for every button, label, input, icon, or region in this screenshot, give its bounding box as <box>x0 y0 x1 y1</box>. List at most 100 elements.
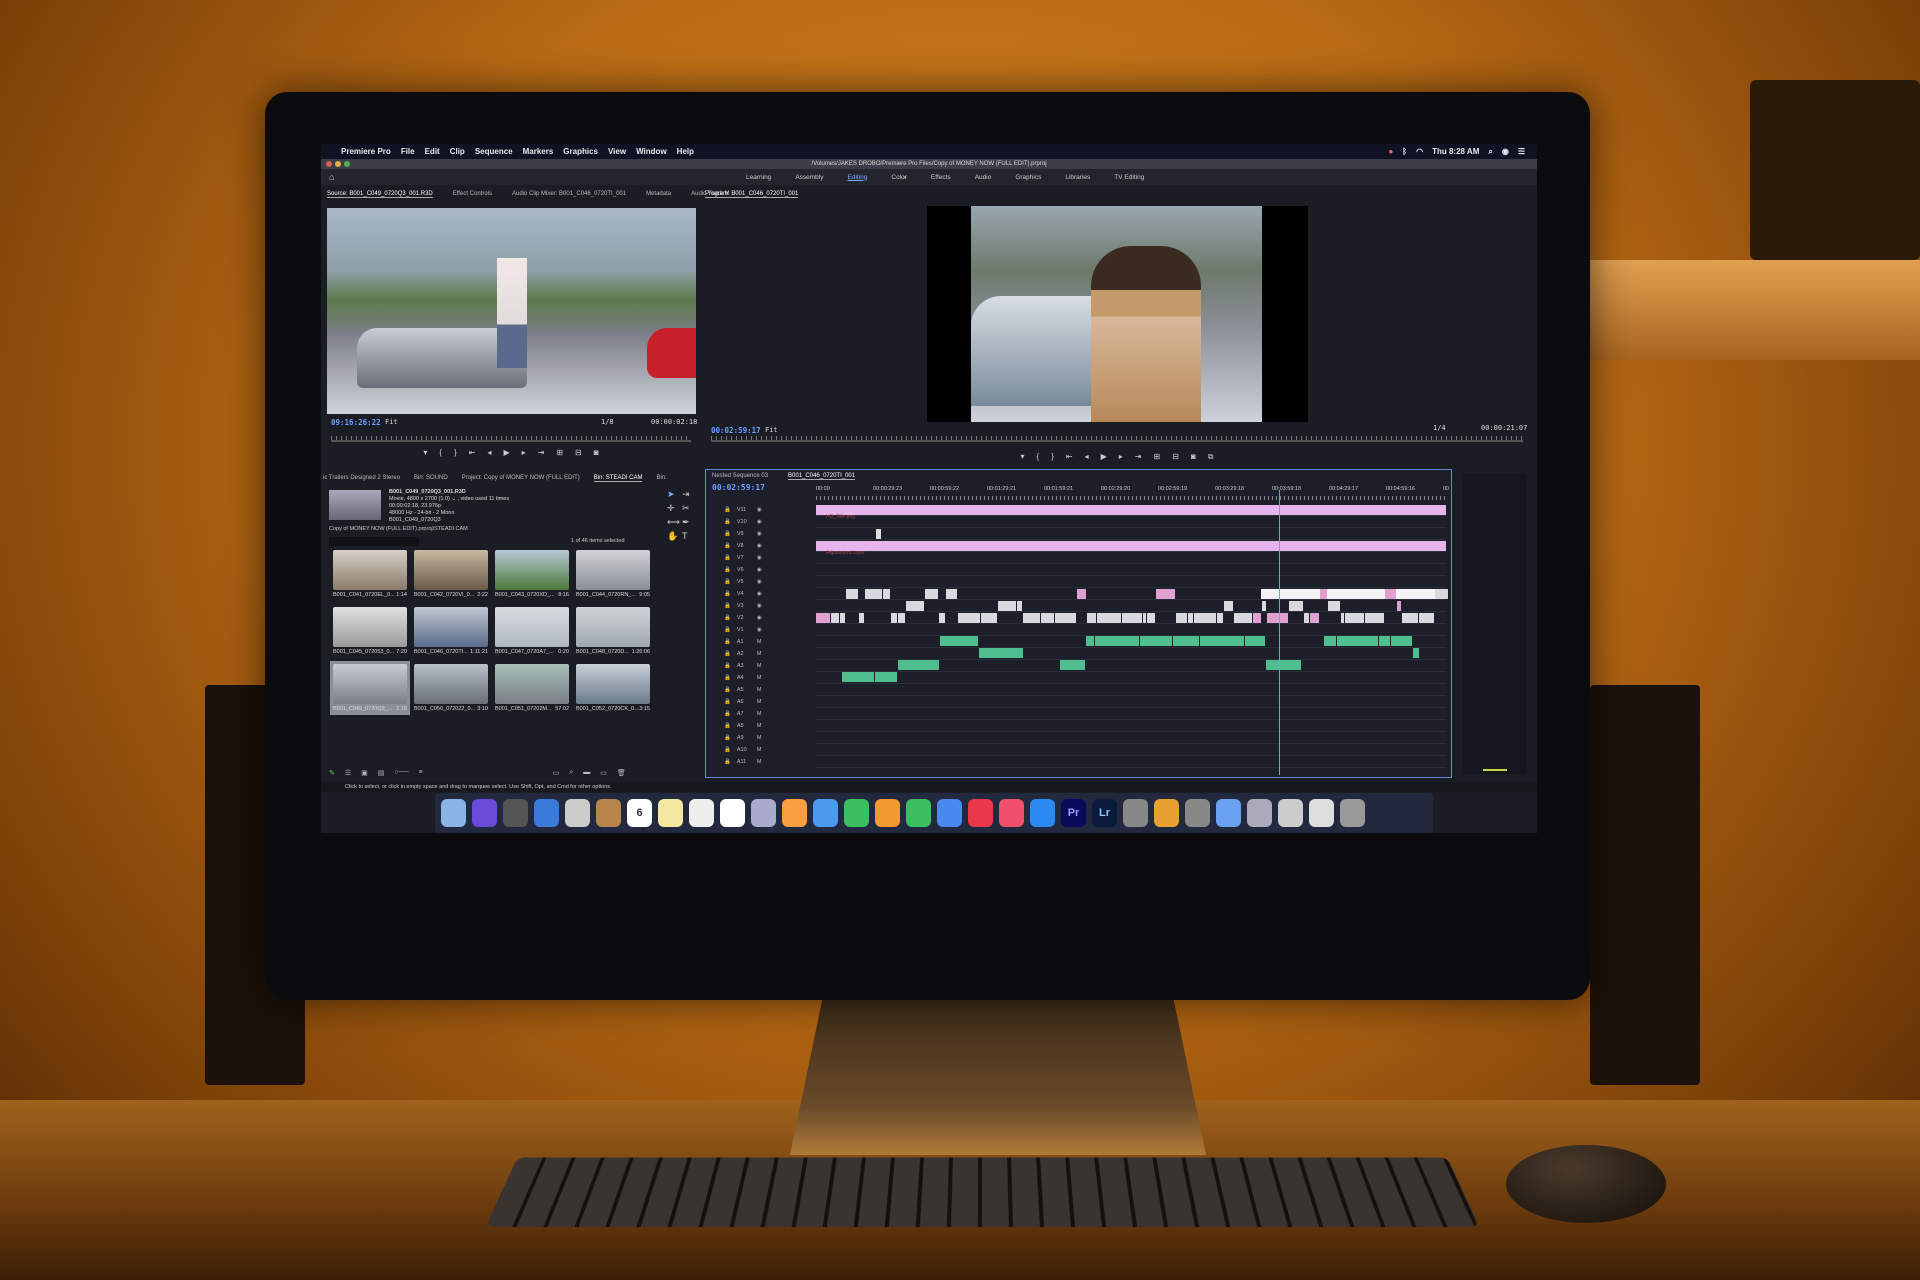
video-clip[interactable] <box>1122 613 1142 623</box>
title-clip[interactable]: HD_Title.png <box>816 505 1446 520</box>
project-item[interactable]: B001_C050_072022_0... 3:10 <box>414 664 488 712</box>
video-clip[interactable] <box>957 613 981 623</box>
mark-out-icon[interactable]: } <box>1051 452 1054 462</box>
pages-icon[interactable] <box>875 799 900 827</box>
workspace-tab-libraries[interactable]: Libraries <box>1065 174 1090 181</box>
playhead[interactable] <box>1279 490 1280 775</box>
mute-icon[interactable]: M <box>757 663 762 669</box>
audio-clip[interactable] <box>1173 636 1200 646</box>
notes-icon[interactable] <box>658 799 683 827</box>
menu-markers[interactable]: Markers <box>523 147 554 156</box>
project-item[interactable]: B001_C043_0720XD_... 8:16 <box>495 550 569 598</box>
video-clip[interactable] <box>1402 613 1419 623</box>
menu-view[interactable]: View <box>608 147 626 156</box>
eye-icon[interactable]: ◉ <box>757 531 762 537</box>
pencil-icon[interactable]: ✎ <box>329 769 335 779</box>
media-player-icon[interactable] <box>1216 799 1241 827</box>
eye-icon[interactable]: ◉ <box>757 507 762 513</box>
source-zoom-select[interactable]: Fit <box>385 418 398 426</box>
lock-icon[interactable]: 🔒 <box>724 651 731 657</box>
menu-app-name[interactable]: Premiere Pro <box>341 147 391 156</box>
mute-icon[interactable]: M <box>757 747 762 753</box>
lock-icon[interactable]: 🔒 <box>724 579 731 585</box>
adjustment-layer-clip[interactable]: Adjustment Layer <box>816 541 1446 556</box>
project-item[interactable]: B001_C049_0720Q3_... 2:18 <box>330 661 410 715</box>
audio-clip[interactable] <box>1140 636 1173 646</box>
video-clip[interactable] <box>1364 613 1384 623</box>
graphic-clip[interactable] <box>876 529 881 539</box>
video-clip[interactable] <box>891 613 897 623</box>
siri-icon[interactable] <box>472 799 497 827</box>
play-icon[interactable]: ▶ <box>1101 452 1107 462</box>
white-clip[interactable] <box>1261 589 1446 599</box>
premiere-pro-icon[interactable]: Pr <box>1061 799 1086 827</box>
track-header[interactable]: 🔒 V1 ◉ <box>706 624 816 635</box>
bluetooth-icon[interactable]: ᛒ <box>1402 147 1407 156</box>
mute-icon[interactable]: M <box>757 711 762 717</box>
project-tab-1[interactable]: Bin: SOUND <box>414 475 448 481</box>
marker-icon[interactable]: ▾ <box>423 448 427 457</box>
textedit-icon[interactable] <box>689 799 714 827</box>
workspace-tab-graphics[interactable]: Graphics <box>1015 174 1041 181</box>
lock-icon[interactable]: 🔒 <box>724 759 731 765</box>
track-header[interactable]: 🔒 A9 M <box>706 732 816 743</box>
track-header[interactable]: 🔒 A11 M <box>706 756 816 767</box>
audio-clip[interactable] <box>1060 660 1086 670</box>
workspace-tab-effects[interactable]: Effects <box>931 174 951 181</box>
freeform-view-icon[interactable]: ▤ <box>378 769 385 779</box>
video-clip[interactable] <box>1384 589 1396 599</box>
video-clip[interactable] <box>1016 601 1022 611</box>
source-tab-2[interactable]: Audio Clip Mixer: B001_C046_0720TI_001 <box>512 191 626 197</box>
control-icon[interactable]: ☰ <box>1518 147 1525 156</box>
track-header[interactable]: 🔒 A10 M <box>706 744 816 755</box>
track-header[interactable]: 🔒 A6 M <box>706 696 816 707</box>
hand-tool-icon[interactable]: ✋ <box>667 531 682 542</box>
video-clip[interactable] <box>1086 613 1096 623</box>
audio-clip[interactable] <box>1336 636 1378 646</box>
workspace-tab-editing[interactable]: Editing <box>848 174 868 181</box>
track-header[interactable]: 🔒 V10 ◉ <box>706 516 816 527</box>
track-select-tool-icon[interactable]: ⇥ <box>682 489 697 500</box>
project-item[interactable]: B001_C042_0720VI_0... 2:22 <box>414 550 488 598</box>
video-clip[interactable] <box>858 613 864 623</box>
camera-icon[interactable]: ◙ <box>594 448 599 457</box>
video-clip[interactable] <box>1344 613 1364 623</box>
video-clip[interactable] <box>1096 613 1122 623</box>
video-clip[interactable] <box>816 613 830 623</box>
mute-icon[interactable]: M <box>757 687 762 693</box>
audio-clip[interactable] <box>1086 636 1094 646</box>
document-icon[interactable] <box>1278 799 1303 827</box>
compare-icon[interactable]: ⧉ <box>1208 452 1214 462</box>
eye-icon[interactable]: ◉ <box>757 555 762 561</box>
menu-file[interactable]: File <box>401 147 415 156</box>
mark-in-icon[interactable]: { <box>1037 452 1040 462</box>
project-tab-2[interactable]: Project: Copy of MONEY NOW (FULL EDIT) <box>462 475 580 481</box>
step-forward-icon[interactable]: ▸ <box>1119 452 1123 462</box>
lift-icon[interactable]: ⊞ <box>1153 452 1160 462</box>
video-clip[interactable] <box>1327 601 1340 611</box>
track-header[interactable]: 🔒 V8 ◉ <box>706 540 816 551</box>
system-preferences-icon[interactable] <box>1123 799 1148 827</box>
video-clip[interactable] <box>1262 601 1266 611</box>
zoom-button[interactable] <box>344 161 350 167</box>
menu-help[interactable]: Help <box>677 147 694 156</box>
timeline-ruler[interactable]: 00:00 00:00:29:23 00:00:59:22 00:01:29:21 00… <box>816 484 1449 502</box>
source-scrubber[interactable] <box>331 436 691 442</box>
video-clip[interactable] <box>1320 589 1327 599</box>
facetime-icon[interactable] <box>844 799 869 827</box>
video-clip[interactable] <box>1188 613 1193 623</box>
search-icon[interactable]: ⌕ <box>1488 147 1492 157</box>
selection-tool-icon[interactable]: ➤ <box>667 489 682 500</box>
video-clip[interactable] <box>1309 613 1320 623</box>
app-store-icon[interactable] <box>1030 799 1055 827</box>
eye-icon[interactable]: ◉ <box>757 543 762 549</box>
video-clip[interactable] <box>1147 613 1155 623</box>
slip-tool-icon[interactable]: ⟷ <box>667 517 682 528</box>
insert-icon[interactable]: ⊞ <box>556 448 563 457</box>
track-header[interactable]: 🔒 V6 ◉ <box>706 564 816 575</box>
timeline-timecode[interactable]: 00:02:59:17 <box>712 483 765 492</box>
lock-icon[interactable]: 🔒 <box>724 747 731 753</box>
project-item[interactable]: B001_C046_0720TI... 1:11:21 <box>414 607 488 655</box>
tab-sequence[interactable]: B001_C046_0720TI_001 <box>788 473 856 480</box>
video-clip[interactable] <box>864 589 883 599</box>
